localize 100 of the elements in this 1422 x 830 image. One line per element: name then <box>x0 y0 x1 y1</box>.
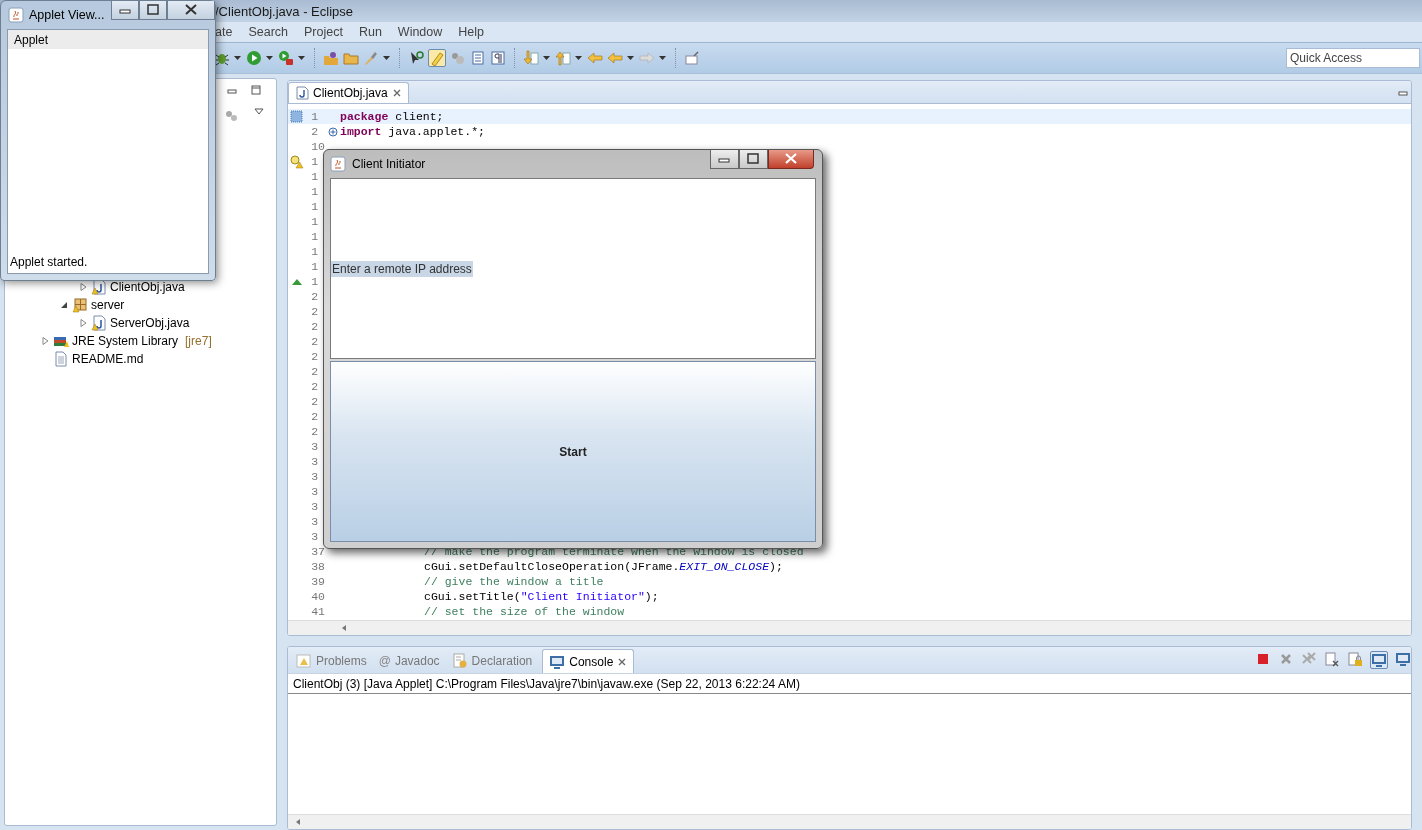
java-file-icon <box>91 315 107 331</box>
java-file-icon <box>295 86 309 100</box>
line-number: 3 <box>311 455 320 468</box>
close-icon[interactable] <box>391 88 402 98</box>
close-icon[interactable] <box>617 656 628 667</box>
line-number: 2 <box>311 410 320 423</box>
expanded-arrow-icon[interactable] <box>59 300 69 310</box>
line-number: 2 <box>311 395 320 408</box>
expand-fold-icon[interactable] <box>328 126 338 137</box>
menu-item[interactable]: Run <box>358 24 382 40</box>
editor-tab[interactable]: ClientObj.java <box>288 82 409 103</box>
cursor-icon[interactable] <box>408 50 424 66</box>
maximize-icon[interactable] <box>739 150 768 169</box>
code-line: package client; <box>340 110 445 123</box>
caret-icon[interactable] <box>575 54 583 62</box>
line-number: 1 <box>311 200 320 213</box>
launch-info: ClientObj (3) [Java Applet] C:\Program Files\Java\jre7\bin\javaw.exe (Sep 22, 2013 6:22:24 AM) <box>288 674 1411 694</box>
line-number: 3 <box>311 440 320 453</box>
clear-icon[interactable] <box>1324 651 1340 667</box>
view-tab[interactable]: Declaration <box>445 649 539 673</box>
line-number: 3 <box>311 530 320 543</box>
stop-icon[interactable] <box>1255 651 1271 667</box>
declaration-icon <box>451 653 468 669</box>
line-number: 10 <box>311 140 325 153</box>
line-number: 1 <box>311 110 320 123</box>
line-number: 40 <box>311 590 325 603</box>
caret-icon[interactable] <box>627 54 635 62</box>
monitor-icon[interactable] <box>1395 651 1411 667</box>
link-icon[interactable] <box>224 108 240 124</box>
view-tab[interactable]: Console <box>542 649 635 673</box>
tree-item[interactable]: ServerObj.java <box>110 316 190 330</box>
minimize-icon[interactable] <box>710 150 739 169</box>
scroll-left-icon[interactable] <box>294 818 302 826</box>
menu-item[interactable]: ate <box>215 24 233 40</box>
line-number: 1 <box>311 260 320 273</box>
line-number: 3 <box>311 515 320 528</box>
code-line: // set the size of the window <box>423 605 626 618</box>
status-text: Applet started. <box>9 255 89 271</box>
lightbulb-warning-icon <box>290 154 304 169</box>
caret-icon[interactable] <box>383 54 391 62</box>
field-label: Enter a remote IP address <box>331 260 473 277</box>
menu-item[interactable]: Project <box>304 24 343 40</box>
start-button[interactable]: Start <box>330 361 816 542</box>
menu-item[interactable]: Applet <box>14 32 49 47</box>
problems-icon <box>296 653 312 669</box>
line-number: 1 <box>311 215 320 228</box>
scroll-lock-icon[interactable] <box>1347 651 1363 667</box>
menu-item[interactable]: Search <box>248 24 288 40</box>
line-number: 1 <box>311 170 320 183</box>
maximize-icon[interactable] <box>250 84 262 96</box>
folder-icon[interactable] <box>323 50 339 66</box>
line-number: 39 <box>311 575 325 588</box>
line-number: 2 <box>311 125 320 138</box>
close-icon[interactable] <box>167 1 215 20</box>
view-tab[interactable]: @ Javadoc <box>372 649 446 673</box>
tree-item[interactable]: ClientObj.java <box>110 280 185 294</box>
line-number: 2 <box>311 290 320 303</box>
menu-item[interactable]: Help <box>458 24 485 40</box>
text-file-icon <box>53 351 69 367</box>
scroll-left-icon[interactable] <box>340 624 348 632</box>
minimize-icon[interactable] <box>111 1 139 20</box>
tree-item[interactable]: README.md <box>72 352 144 366</box>
line-number: 1 <box>311 230 320 243</box>
run-toolbox-icon[interactable] <box>278 50 294 66</box>
caret-icon[interactable] <box>234 54 242 62</box>
caret-icon[interactable] <box>266 54 274 62</box>
quick-access-field[interactable]: Quick Access <box>1286 48 1420 68</box>
caret-icon[interactable] <box>298 54 306 62</box>
code-line: cGui.setDefaultCloseOperation(JFrame.EXIT_ON_CLOSE); <box>423 560 784 573</box>
window-title: Applet View... <box>29 8 105 22</box>
close-icon[interactable] <box>768 150 814 169</box>
line-number: 2 <box>311 425 320 438</box>
tree-item[interactable]: server <box>91 298 125 312</box>
menu-item[interactable]: Window <box>397 24 443 40</box>
code-line: import java.applet.*; <box>340 125 486 138</box>
bookmark-icon <box>290 109 304 124</box>
code-line: cGui.setTitle("Client Initiator"); <box>423 590 660 603</box>
line-number: 2 <box>311 350 320 363</box>
document-icon[interactable] <box>470 50 486 66</box>
maximize-icon[interactable] <box>139 1 167 20</box>
line-number: 3 <box>311 500 320 513</box>
collapsed-arrow-icon[interactable] <box>78 282 88 292</box>
collapsed-arrow-icon[interactable] <box>40 336 50 346</box>
line-number: 38 <box>311 560 325 573</box>
view-tab[interactable]: Problems <box>290 649 373 673</box>
caret-icon[interactable] <box>254 108 264 116</box>
pilcrow-icon[interactable] <box>490 50 506 66</box>
line-number: 3 <box>311 485 320 498</box>
java-cup-icon <box>330 156 346 172</box>
line-number: 1 <box>311 155 320 168</box>
monitor-icon <box>549 653 566 670</box>
window-title: /ClientObj.java - Eclipse <box>215 3 353 19</box>
collapsed-arrow-icon[interactable] <box>78 318 88 328</box>
caret-icon[interactable] <box>659 54 667 62</box>
package-icon <box>72 297 88 313</box>
window-title: Client Initiator <box>352 157 426 171</box>
caret-icon[interactable] <box>543 54 551 62</box>
line-number: 1 <box>311 245 320 258</box>
line-number: 37 <box>311 545 325 558</box>
tree-item[interactable]: JRE System Library <box>72 334 179 348</box>
